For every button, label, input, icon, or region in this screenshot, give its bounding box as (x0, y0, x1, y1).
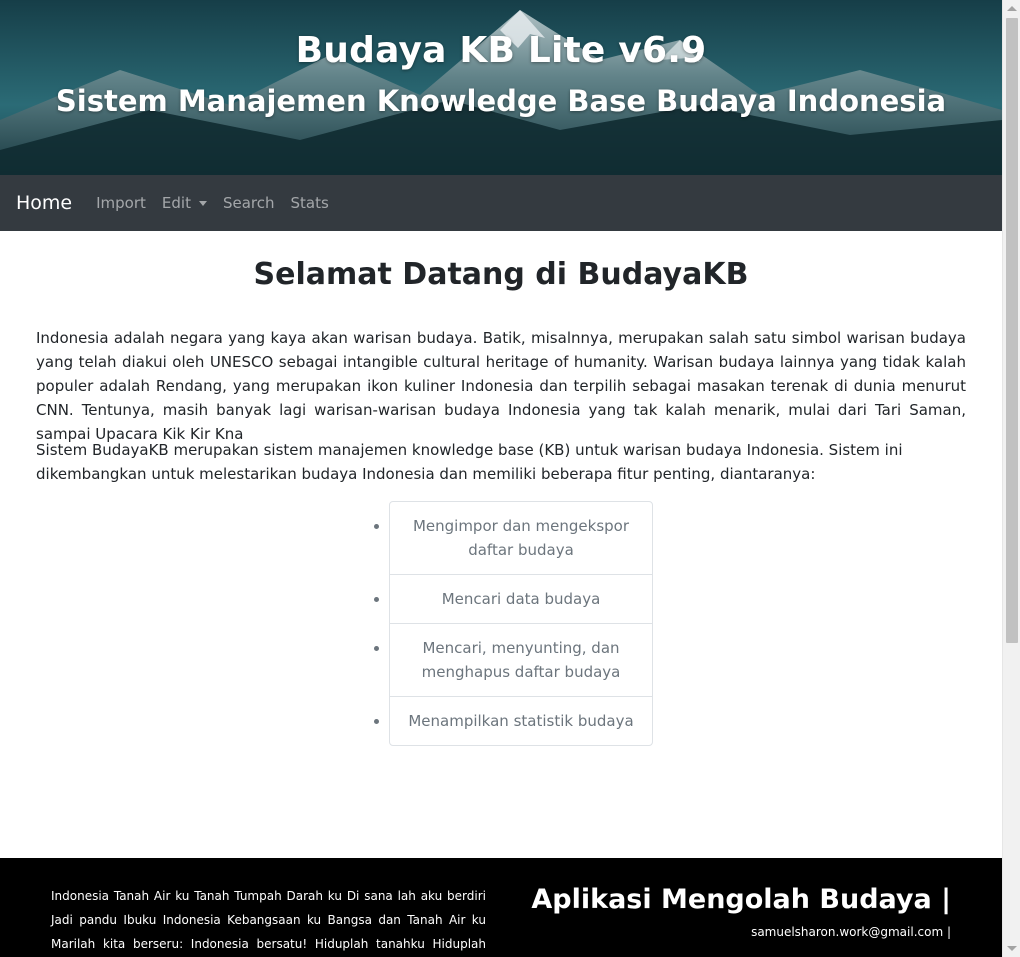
page-title: Selamat Datang di BudayaKB (253, 257, 749, 292)
feature-item-edit: Mencari, menyunting, dan menghapus dafta… (390, 624, 652, 697)
vertical-scrollbar[interactable] (1002, 0, 1020, 957)
nav-edit-label: Edit (161, 194, 191, 212)
feature-item-import-export: Mengimpor dan mengekspor daftar budaya (390, 502, 652, 575)
page: Budaya KB Lite v6.9 Sistem Manajemen Kno… (0, 0, 1002, 957)
scroll-up-arrow-icon[interactable] (1007, 6, 1017, 11)
nav-edit-dropdown[interactable]: Edit (162, 194, 207, 212)
top-navbar: Home Import Edit Search Stats (0, 175, 1002, 231)
site-subtitle: Sistem Manajemen Knowledge Base Budaya I… (55, 84, 947, 118)
scrollbar-thumb[interactable] (1006, 18, 1018, 643)
header-banner: Budaya KB Lite v6.9 Sistem Manajemen Kno… (0, 0, 1002, 175)
feature-list: Mengimpor dan mengekspor daftar budaya M… (389, 501, 653, 746)
scroll-down-arrow-icon[interactable] (1007, 946, 1017, 951)
intro-paragraph: Indonesia adalah negara yang kaya akan w… (36, 329, 966, 443)
nav-home-link[interactable]: Home (16, 192, 72, 214)
feature-item-stats: Menampilkan statistik budaya (390, 697, 652, 745)
feature-item-search: Mencari data budaya (390, 575, 652, 624)
footer-app-title: Aplikasi Mengolah Budaya | (531, 884, 951, 915)
nav-search-link[interactable]: Search (223, 194, 275, 212)
footer-email: samuelsharon.work@gmail.com | (751, 925, 951, 939)
footer: Indonesia Tanah Air ku Tanah Tumpah Dara… (0, 858, 1002, 957)
site-title: Budaya KB Lite v6.9 (295, 30, 707, 71)
description-paragraph: Sistem BudayaKB merupakan sistem manajem… (36, 441, 903, 483)
nav-stats-link[interactable]: Stats (291, 194, 329, 212)
caret-down-icon (198, 200, 207, 206)
footer-lyrics-text: Indonesia Tanah Air ku Tanah Tumpah Dara… (51, 889, 486, 951)
nav-import-link[interactable]: Import (96, 194, 146, 212)
